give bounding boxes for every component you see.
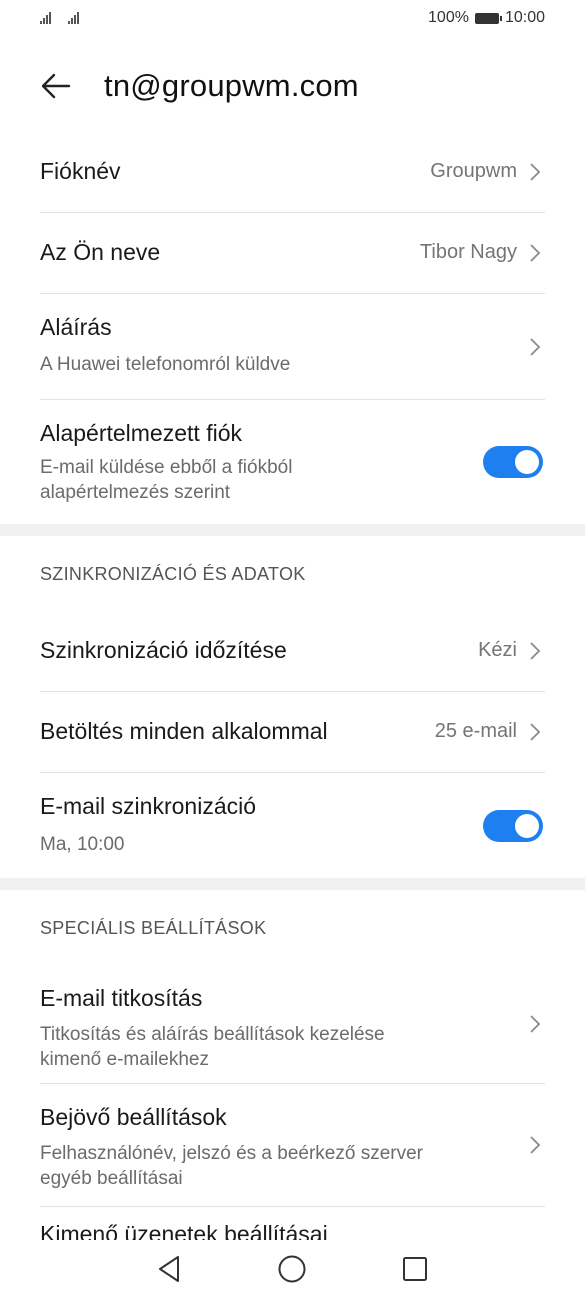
signal-strength-icon-2 <box>68 10 79 24</box>
section-divider <box>0 524 585 536</box>
incoming-settings-row[interactable]: Bejövő beállítások Felhasználónév, jelsz… <box>40 1084 545 1207</box>
advanced-section-header: SPECIÁLIS BEÁLLÍTÁSOK <box>0 890 585 965</box>
account-name-value: Groupwm <box>430 160 517 182</box>
email-encryption-subtitle: Titkosítás és aláírás beállítások kezelé… <box>40 1022 480 1072</box>
sync-section-header: SZINKRONIZÁCIÓ ÉS ADATOK <box>0 536 585 611</box>
chevron-right-icon <box>530 642 541 660</box>
sync-schedule-row[interactable]: Szinkronizáció időzítése Kézi <box>40 611 545 692</box>
system-navigation-bar <box>0 1240 585 1300</box>
advanced-section-title: SPECIÁLIS BEÁLLÍTÁSOK <box>40 918 267 938</box>
your-name-label: Az Ön neve <box>40 239 161 265</box>
incoming-settings-subtitle-line2: egyéb beállításai <box>40 1168 183 1189</box>
email-sync-subtitle: Ma, 10:00 <box>40 834 125 855</box>
chevron-right-icon <box>530 723 541 741</box>
chevron-right-icon <box>530 244 541 262</box>
clock: 10:00 <box>504 9 545 26</box>
account-name-row[interactable]: Fióknév Groupwm <box>40 132 545 213</box>
your-name-value: Tibor Nagy <box>419 241 517 263</box>
default-account-row[interactable]: Alapértelmezett fiók E-mail küldése ebbő… <box>40 400 545 524</box>
status-bar: 100% 10:00 <box>0 0 585 40</box>
email-encryption-label: E-mail titkosítás <box>40 985 203 1011</box>
default-account-subtitle: E-mail küldése ebből a fiókból alapértel… <box>40 455 480 505</box>
email-encryption-subtitle-line2: kimenő e-mailekhez <box>40 1049 209 1070</box>
back-triangle-icon[interactable] <box>152 1252 186 1286</box>
chevron-right-icon <box>530 1136 541 1154</box>
signature-subtitle: A Huawei telefonomról küldve <box>40 354 291 375</box>
signature-label: Aláírás <box>40 314 112 340</box>
app-header: tn@groupwm.com <box>0 60 585 112</box>
settings-list: Fióknév Groupwm Az Ön neve Tibor Nagy Al… <box>0 132 585 1267</box>
incoming-settings-label: Bejövő beállítások <box>40 1104 227 1130</box>
battery-percent: 100% <box>428 9 469 26</box>
email-sync-label: E-mail szinkronizáció <box>40 793 257 819</box>
email-sync-row[interactable]: E-mail szinkronizáció Ma, 10:00 <box>40 773 545 878</box>
signature-row[interactable]: Aláírás A Huawei telefonomról küldve <box>40 294 545 400</box>
signal-strength-icon <box>40 10 51 24</box>
email-sync-toggle[interactable] <box>483 810 543 842</box>
incoming-settings-subtitle: Felhasználónév, jelszó és a beérkező sze… <box>40 1141 480 1191</box>
sync-schedule-value: Kézi <box>478 639 517 661</box>
battery-icon <box>474 12 502 24</box>
your-name-row[interactable]: Az Ön neve Tibor Nagy <box>40 213 545 294</box>
chevron-right-icon <box>530 1015 541 1033</box>
email-encryption-subtitle-line1: Titkosítás és aláírás beállítások kezelé… <box>40 1024 385 1045</box>
load-each-time-row[interactable]: Betöltés minden alkalommal 25 e-mail <box>40 692 545 773</box>
sync-section-title: SZINKRONIZÁCIÓ ÉS ADATOK <box>40 564 306 584</box>
default-account-subtitle-line2: alapértelmezés szerint <box>40 482 231 503</box>
incoming-settings-subtitle-line1: Felhasználónév, jelszó és a beérkező sze… <box>40 1143 424 1164</box>
chevron-right-icon <box>530 338 541 356</box>
status-right: 100% 10:00 <box>428 9 545 27</box>
load-each-time-label: Betöltés minden alkalommal <box>40 718 328 744</box>
email-encryption-row[interactable]: E-mail titkosítás Titkosítás és aláírás … <box>40 965 545 1084</box>
page-title: tn@groupwm.com <box>104 68 359 103</box>
default-account-label: Alapértelmezett fiók <box>40 420 242 446</box>
section-divider <box>0 878 585 890</box>
home-circle-icon[interactable] <box>275 1252 309 1286</box>
default-account-subtitle-line1: E-mail küldése ebből a fiókból <box>40 457 293 478</box>
default-account-toggle[interactable] <box>483 446 543 478</box>
chevron-right-icon <box>530 163 541 181</box>
account-name-label: Fióknév <box>40 158 121 184</box>
load-each-time-value: 25 e-mail <box>434 720 517 742</box>
arrow-left-icon[interactable] <box>40 70 72 102</box>
recent-apps-square-icon[interactable] <box>398 1252 432 1286</box>
sync-schedule-label: Szinkronizáció időzítése <box>40 637 287 663</box>
